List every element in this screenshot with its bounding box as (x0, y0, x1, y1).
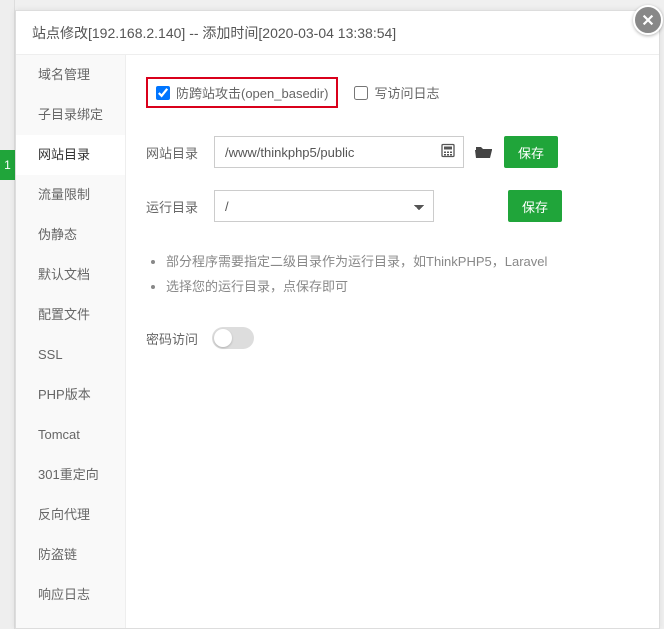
sidebar-item-tomcat[interactable]: Tomcat (16, 415, 125, 455)
close-button[interactable] (633, 5, 663, 35)
run-dir-label: 运行目录 (146, 197, 204, 216)
folder-icon[interactable] (474, 144, 494, 160)
sidebar-item-sitedir[interactable]: 网站目录 (16, 135, 125, 175)
sidebar-item-ssl[interactable]: SSL (16, 335, 125, 375)
sidebar-item-php[interactable]: PHP版本 (16, 375, 125, 415)
sidebar-item-defaultdoc[interactable]: 默认文档 (16, 255, 125, 295)
sidebar-item-config[interactable]: 配置文件 (16, 295, 125, 335)
open-basedir-input[interactable] (156, 86, 170, 100)
calc-icon[interactable] (440, 143, 456, 162)
access-log-input[interactable] (354, 86, 368, 100)
note-item: 选择您的运行目录，点保存即可 (166, 275, 639, 300)
run-dir-select[interactable]: / (214, 190, 434, 222)
sidebar-item-domain[interactable]: 域名管理 (16, 55, 125, 95)
site-dir-input[interactable] (214, 136, 464, 168)
access-log-checkbox[interactable]: 写访问日志 (354, 83, 439, 102)
sidebar-item-subdir[interactable]: 子目录绑定 (16, 95, 125, 135)
site-edit-dialog: 站点修改[192.168.2.140] -- 添加时间[2020-03-04 1… (15, 10, 660, 629)
sidebar-item-traffic[interactable]: 流量限制 (16, 175, 125, 215)
sidebar-item-log[interactable]: 响应日志 (16, 575, 125, 615)
save-run-dir-button[interactable]: 保存 (508, 190, 562, 222)
dialog-title: 站点修改[192.168.2.140] -- 添加时间[2020-03-04 1… (16, 11, 659, 55)
sidebar: 域名管理 子目录绑定 网站目录 流量限制 伪静态 默认文档 配置文件 SSL P… (16, 55, 126, 628)
access-log-label: 写访问日志 (374, 83, 439, 102)
close-icon (641, 13, 655, 27)
pwd-access-toggle[interactable] (212, 327, 254, 349)
open-basedir-highlight: 防跨站攻击(open_basedir) (146, 77, 338, 108)
save-site-dir-button[interactable]: 保存 (504, 136, 558, 168)
note-item: 部分程序需要指定二级目录作为运行目录，如ThinkPHP5，Laravel (166, 250, 639, 275)
backdrop-badge: 1 (0, 150, 15, 180)
content-panel: 防跨站攻击(open_basedir) 写访问日志 网站目录 (126, 55, 659, 628)
open-basedir-label: 防跨站攻击(open_basedir) (176, 83, 328, 102)
pwd-access-label: 密码访问 (146, 329, 198, 348)
sidebar-item-301[interactable]: 301重定向 (16, 455, 125, 495)
site-dir-label: 网站目录 (146, 143, 204, 162)
sidebar-item-proxy[interactable]: 反向代理 (16, 495, 125, 535)
backdrop-left (0, 0, 15, 629)
sidebar-item-rewrite[interactable]: 伪静态 (16, 215, 125, 255)
open-basedir-checkbox[interactable]: 防跨站攻击(open_basedir) (156, 83, 328, 102)
sidebar-item-hotlink[interactable]: 防盗链 (16, 535, 125, 575)
notes-list: 部分程序需要指定二级目录作为运行目录，如ThinkPHP5，Laravel 选择… (150, 250, 639, 299)
toggle-knob (214, 329, 232, 347)
